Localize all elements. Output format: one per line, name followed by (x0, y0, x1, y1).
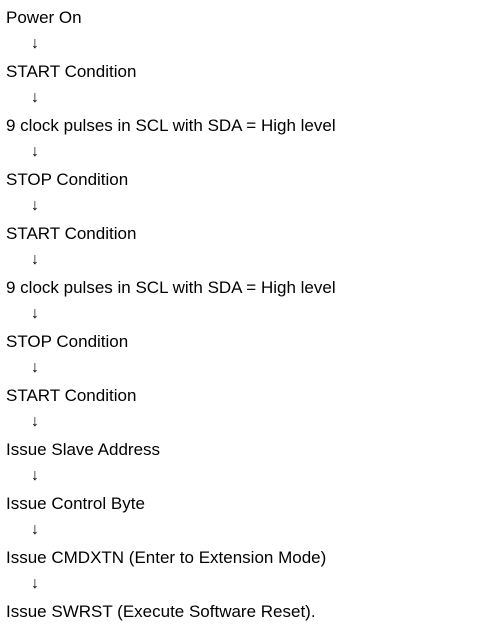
down-arrow-icon: ↓ (31, 467, 39, 484)
step-clock-pulses: 9 clock pulses in SCL with SDA = High le… (6, 116, 336, 135)
step-start-condition: START Condition (6, 224, 137, 243)
step-issue-swrst: Issue SWRST (Execute Software Reset). (6, 602, 316, 621)
step-issue-slave-address: Issue Slave Address (6, 440, 161, 459)
down-arrow-icon: ↓ (31, 197, 39, 214)
step-start-condition: START Condition (6, 62, 137, 81)
down-arrow-icon: ↓ (31, 251, 39, 268)
step-power-on: Power On (6, 8, 82, 27)
step-issue-control-byte: Issue Control Byte (6, 494, 145, 513)
step-clock-pulses: 9 clock pulses in SCL with SDA = High le… (6, 278, 336, 297)
down-arrow-icon: ↓ (31, 359, 39, 376)
down-arrow-icon: ↓ (31, 35, 39, 52)
down-arrow-icon: ↓ (31, 575, 39, 592)
down-arrow-icon: ↓ (31, 521, 39, 538)
step-stop-condition: STOP Condition (6, 332, 129, 351)
step-issue-cmdxtn: Issue CMDXTN (Enter to Extension Mode) (6, 548, 327, 567)
step-stop-condition: STOP Condition (6, 170, 129, 189)
down-arrow-icon: ↓ (31, 89, 39, 106)
reset-sequence-flow: Power On ↓ START Condition ↓ 9 clock pul… (0, 0, 480, 644)
down-arrow-icon: ↓ (31, 143, 39, 160)
step-start-condition: START Condition (6, 386, 137, 405)
down-arrow-icon: ↓ (31, 413, 39, 430)
down-arrow-icon: ↓ (31, 305, 39, 322)
